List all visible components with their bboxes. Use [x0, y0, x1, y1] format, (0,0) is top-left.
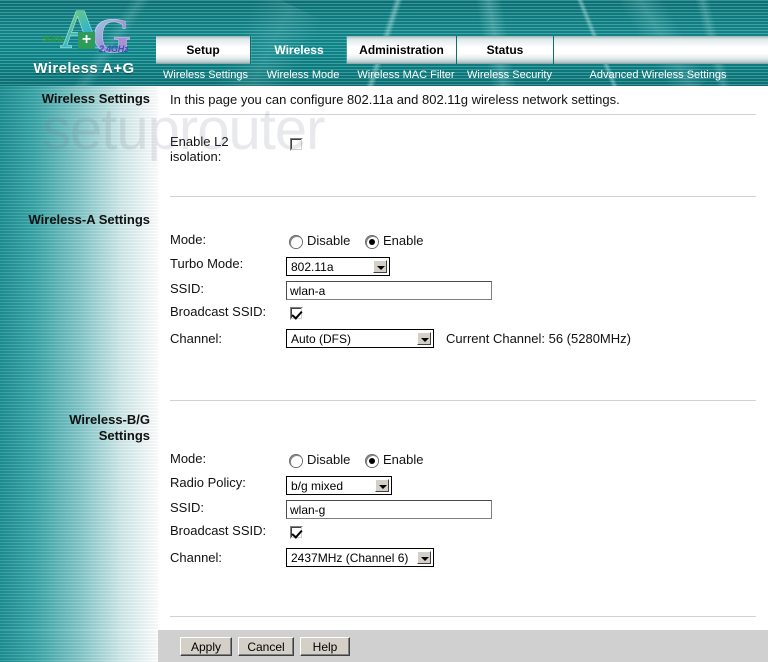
- sidebar-heading-wireless-bg: Wireless-B/G Settings: [0, 412, 150, 444]
- wireless-a-broadcast-ssid-label: Broadcast SSID:: [170, 304, 267, 319]
- wireless-a-mode-enable-radio[interactable]: [366, 236, 378, 248]
- chevron-down-icon[interactable]: [373, 260, 387, 273]
- divider: [170, 114, 756, 115]
- wireless-a-ssid-label: SSID:: [170, 281, 204, 296]
- l2-isolation-label: Enable L2 isolation:: [170, 134, 229, 164]
- l2-isolation-checkbox[interactable]: [290, 138, 303, 151]
- wireless-a-channel-label: Channel:: [170, 331, 223, 346]
- sub-navigation-bar: Wireless Settings Wireless Mode Wireless…: [156, 64, 768, 86]
- wireless-a-ssid-input[interactable]: [286, 281, 492, 300]
- wireless-bg-channel-value: 2437MHz (Channel 6): [291, 551, 409, 565]
- wireless-bg-ssid-label: SSID:: [170, 500, 204, 515]
- brand-logo: A G + 5GHz 2.4GHz Wireless A+G: [10, 2, 158, 86]
- subnav-wireless-settings[interactable]: Wireless Settings: [156, 69, 255, 81]
- wireless-a-channel-select[interactable]: Auto (DFS): [286, 329, 434, 348]
- tab-setup[interactable]: Setup: [156, 36, 251, 64]
- section-label-sidebar: Wireless Settings Wireless-A Settings Wi…: [0, 86, 158, 662]
- tab-administration[interactable]: Administration: [347, 36, 457, 64]
- divider: [170, 616, 756, 617]
- chevron-down-icon[interactable]: [417, 332, 431, 345]
- wireless-bg-broadcast-ssid-checkbox[interactable]: [290, 526, 303, 539]
- divider: [170, 400, 756, 401]
- sidebar-heading-wireless-a: Wireless-A Settings: [28, 212, 151, 227]
- wireless-a-current-channel-note: Current Channel: 56 (5280MHz): [446, 331, 631, 346]
- wireless-a-broadcast-ssid-checkbox[interactable]: [290, 307, 303, 320]
- divider: [170, 196, 756, 197]
- sidebar-heading-wireless-bg-line2: Settings: [98, 428, 150, 443]
- wireless-bg-radio-policy-select[interactable]: b/g mixed: [286, 476, 392, 495]
- l2-isolation-label-line1: Enable L2: [170, 134, 229, 149]
- wireless-bg-mode-enable-label: Enable: [383, 452, 424, 467]
- subnav-advanced-wireless-settings[interactable]: Advanced Wireless Settings: [558, 69, 758, 81]
- wireless-a-channel-value: Auto (DFS): [291, 332, 352, 346]
- wireless-a-mode-disable-radio[interactable]: [290, 236, 302, 248]
- brand-name: Wireless A+G: [33, 60, 135, 77]
- sidebar-footer-strip: [0, 630, 158, 662]
- wireless-bg-channel-label: Channel:: [170, 550, 223, 565]
- sidebar-heading-wireless-settings: Wireless Settings: [41, 91, 150, 106]
- wireless-bg-channel-select[interactable]: 2437MHz (Channel 6): [286, 548, 434, 567]
- chevron-down-icon[interactable]: [417, 551, 431, 564]
- l2-isolation-label-line2: isolation:: [170, 149, 222, 164]
- wireless-a-mode-label: Mode:: [170, 232, 207, 247]
- logo-plus-icon: +: [78, 32, 95, 49]
- tab-status-label: Status: [486, 43, 524, 57]
- subnav-wireless-mac-filter[interactable]: Wireless MAC Filter: [351, 69, 461, 81]
- wireless-a-mode-enable-label: Enable: [383, 233, 424, 248]
- sidebar-heading-wireless-bg-line1: Wireless-B/G: [69, 412, 150, 427]
- logo-band-24ghz: 2.4GHz: [99, 44, 129, 54]
- wireless-bg-broadcast-ssid-label: Broadcast SSID:: [170, 523, 267, 538]
- header-banner: A G + 5GHz 2.4GHz Wireless A+G Setup Wir…: [0, 0, 768, 86]
- tab-bar-filler: [554, 36, 768, 64]
- main-tab-bar: Setup Wireless Administration Status: [156, 36, 768, 64]
- tab-administration-label: Administration: [359, 43, 444, 57]
- wireless-a-turbo-mode-value: 802.11a: [291, 260, 334, 274]
- wireless-a-mode-disable-label: Disable: [307, 233, 351, 248]
- action-button-bar: Apply Cancel Help: [158, 630, 768, 662]
- wireless-a-turbo-mode-select[interactable]: 802.11a: [286, 257, 390, 276]
- page-description: In this page you can configure 802.11a a…: [170, 92, 620, 107]
- wireless-bg-mode-disable-label: Disable: [307, 452, 351, 467]
- subnav-wireless-mode[interactable]: Wireless Mode: [255, 69, 351, 81]
- cancel-button[interactable]: Cancel: [238, 637, 294, 656]
- logo-mark-icon: A G + 5GHz 2.4GHz: [36, 2, 144, 61]
- help-button[interactable]: Help: [300, 637, 350, 656]
- tab-wireless[interactable]: Wireless: [251, 36, 347, 64]
- router-admin-page: A G + 5GHz 2.4GHz Wireless A+G Setup Wir…: [0, 0, 768, 662]
- logo-band-5ghz: 5GHz: [42, 34, 65, 44]
- subnav-wireless-security[interactable]: Wireless Security: [461, 69, 558, 81]
- tab-wireless-label: Wireless: [274, 43, 324, 57]
- tab-setup-label: Setup: [186, 43, 220, 57]
- wireless-bg-mode-disable-radio[interactable]: [290, 455, 302, 467]
- wireless-bg-ssid-input[interactable]: [286, 500, 492, 519]
- chevron-down-icon[interactable]: [375, 479, 389, 492]
- wireless-bg-radio-policy-value: b/g mixed: [291, 479, 344, 493]
- wireless-a-turbo-mode-label: Turbo Mode:: [170, 256, 244, 271]
- tab-status[interactable]: Status: [457, 36, 554, 64]
- wireless-bg-mode-enable-radio[interactable]: [366, 455, 378, 467]
- wireless-bg-radio-policy-label: Radio Policy:: [170, 475, 246, 490]
- wireless-bg-mode-label: Mode:: [170, 451, 207, 466]
- apply-button[interactable]: Apply: [180, 637, 232, 656]
- main-content-area: In this page you can configure 802.11a a…: [158, 86, 768, 630]
